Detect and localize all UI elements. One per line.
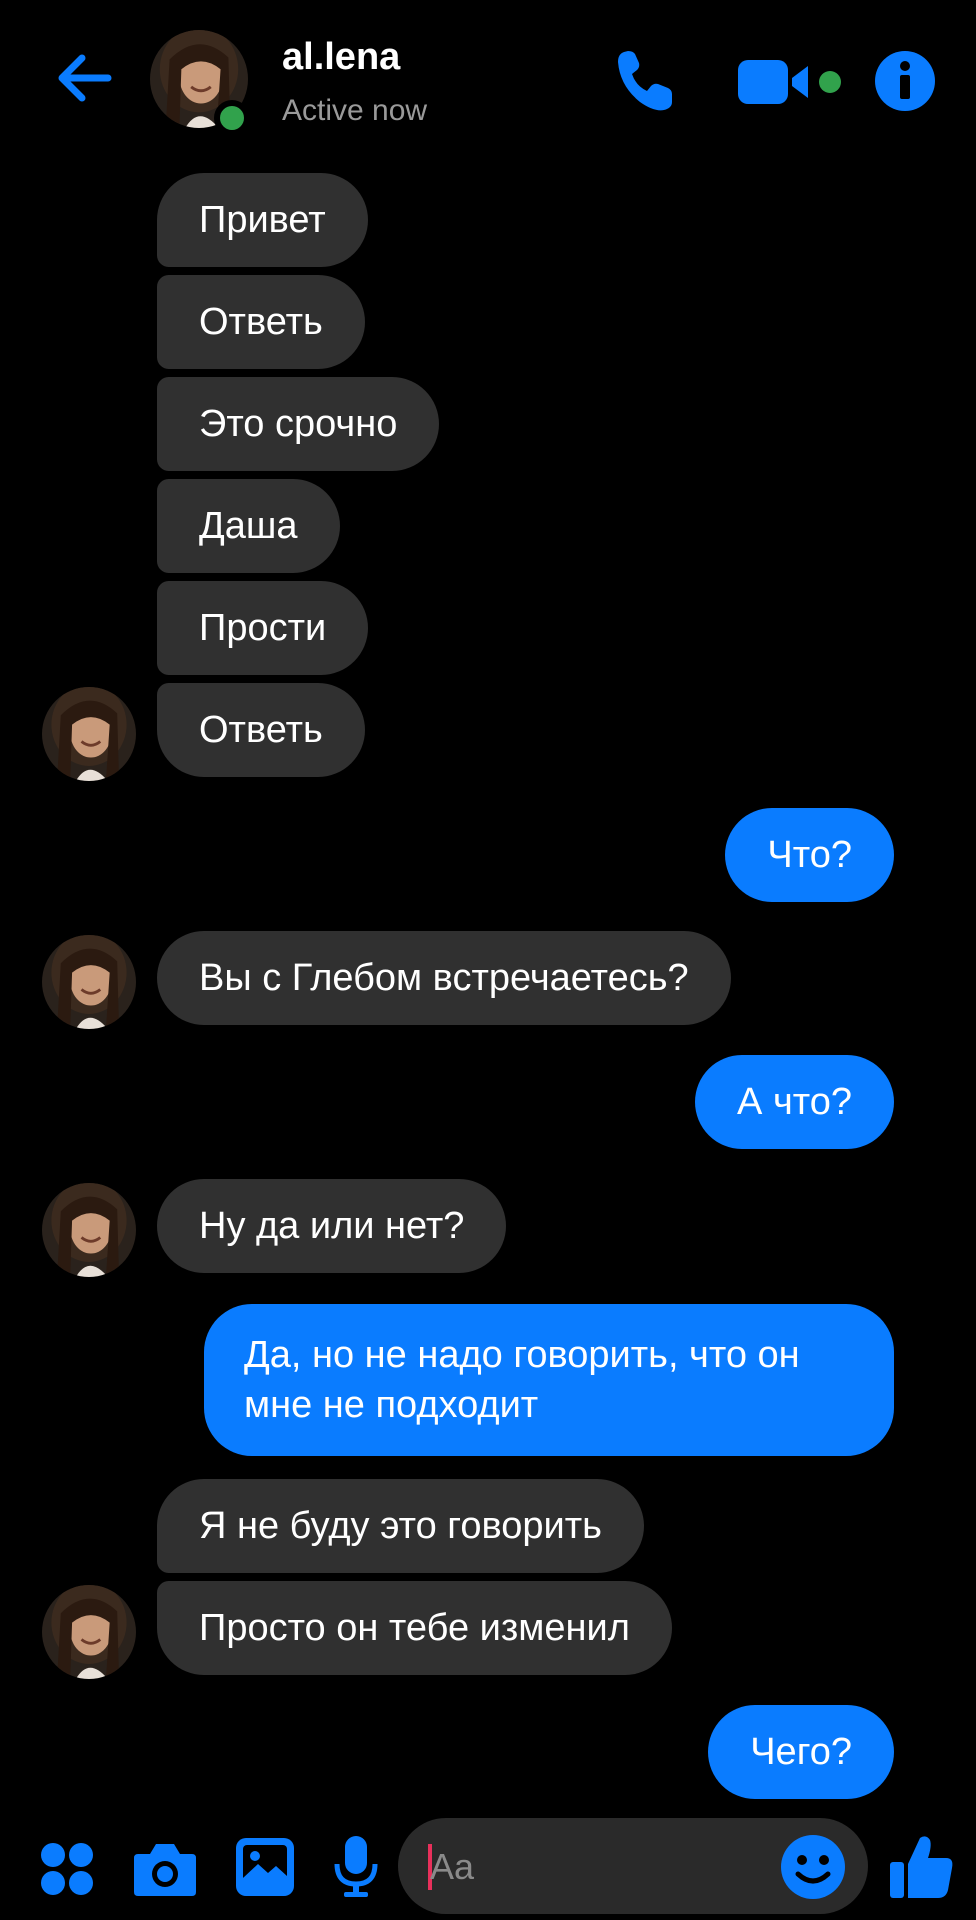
- online-indicator: [214, 100, 250, 136]
- back-button[interactable]: [52, 46, 116, 110]
- outgoing-message[interactable]: Что?: [725, 808, 894, 902]
- image-icon: [236, 1838, 294, 1896]
- outgoing-message[interactable]: Да, но не надо говорить, что он мне не п…: [204, 1304, 894, 1456]
- arrow-left-icon: [58, 54, 112, 102]
- incoming-message[interactable]: Я не буду это говорить: [157, 1479, 644, 1573]
- gallery-button[interactable]: [236, 1838, 294, 1901]
- sender-avatar[interactable]: [42, 1183, 136, 1277]
- camera-icon: [134, 1844, 196, 1896]
- info-button[interactable]: [874, 50, 936, 112]
- video-camera-icon: [738, 60, 841, 104]
- message-input-placeholder: Aa: [430, 1846, 475, 1887]
- incoming-message[interactable]: Прости: [157, 581, 369, 675]
- incoming-message[interactable]: Ответь: [157, 275, 365, 369]
- incoming-message[interactable]: Это срочно: [157, 377, 440, 471]
- call-button[interactable]: [610, 46, 680, 116]
- microphone-icon: [334, 1836, 378, 1897]
- outgoing-message[interactable]: Чего?: [708, 1705, 894, 1799]
- camera-button[interactable]: [134, 1840, 196, 1901]
- phone-icon: [618, 51, 672, 111]
- incoming-message[interactable]: Привет: [157, 173, 368, 267]
- four-dots-icon: [41, 1843, 93, 1895]
- incoming-message[interactable]: Вы с Глебом встречаетесь?: [157, 931, 731, 1025]
- smiley-icon: [781, 1835, 845, 1899]
- sender-avatar[interactable]: [42, 687, 136, 781]
- incoming-message[interactable]: Просто он тебе изменил: [157, 1581, 672, 1675]
- sender-avatar[interactable]: [42, 1585, 136, 1679]
- sender-avatar[interactable]: [42, 935, 136, 1029]
- outgoing-message[interactable]: А что?: [695, 1055, 894, 1149]
- video-call-button[interactable]: [738, 54, 848, 110]
- emoji-button[interactable]: [780, 1834, 846, 1905]
- incoming-message[interactable]: Даша: [157, 479, 340, 573]
- incoming-message[interactable]: Ну да или нет?: [157, 1179, 507, 1273]
- chat-header: al.lena Active now: [0, 0, 976, 160]
- like-button[interactable]: [890, 1834, 954, 1905]
- contact-status: Active now: [282, 94, 428, 127]
- info-icon: [875, 51, 935, 111]
- apps-button[interactable]: [40, 1842, 94, 1901]
- incoming-message[interactable]: Ответь: [157, 683, 365, 777]
- thumbs-up-icon: [890, 1836, 953, 1898]
- contact-name[interactable]: al.lena: [282, 36, 400, 79]
- voice-button[interactable]: [334, 1836, 378, 1903]
